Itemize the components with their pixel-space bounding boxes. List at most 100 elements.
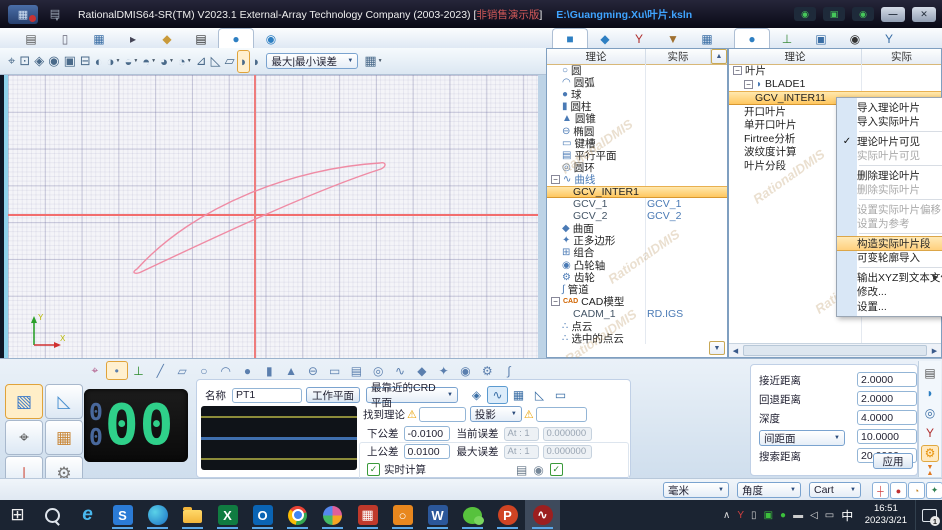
view-side-button[interactable]: ◓▼ [140,51,158,72]
hscroll-right-button[interactable]: ▶ [928,345,941,357]
feature-scroll-up-button[interactable]: ▲ [711,49,727,64]
angle-toggle[interactable]: ◺ [529,386,550,404]
capture-button[interactable]: ▣ [62,51,78,72]
eye-view-button[interactable]: ◉ [46,51,61,72]
sphere-feature-button[interactable]: ● [237,361,259,380]
fit-view-button[interactable]: ⌖ [6,51,17,72]
tab-window[interactable]: ▣ [804,29,838,48]
clip-2-button[interactable]: ◺ [209,51,223,72]
paint-icon[interactable] [315,500,350,530]
spacing-plane-combo[interactable]: 间距面▼ [759,430,845,446]
alignment-tool-button[interactable]: ◺ [45,384,83,419]
tab-cam2[interactable]: ◉ [838,29,872,48]
word-icon[interactable]: W [420,500,455,530]
expander-icon[interactable]: − [551,297,560,306]
arc-feature-button[interactable]: ◠ [215,361,237,380]
blade-theory-header[interactable]: 理论 [729,49,862,64]
expander-icon[interactable]: − [733,66,742,75]
expander-icon[interactable]: − [744,80,753,89]
realtime-checkbox[interactable]: ✓ [367,463,380,476]
view-iso-button[interactable]: ◕▼ [158,51,176,72]
edge-icon[interactable] [140,500,175,530]
outlook-icon[interactable]: O [245,500,280,530]
projection-combo[interactable]: 投影 ▼ [470,406,522,422]
blade-hscrollbar[interactable]: ◀ ▶ [729,343,941,357]
line-feature-button[interactable]: ╱ [149,361,171,380]
angle-mode-button[interactable]: ◔ [908,482,925,499]
zoom-window-button[interactable]: ⊡ [17,51,32,72]
wechat-icon[interactable] [455,500,490,530]
tree-item-gcv-inter1[interactable]: GCV_INTER1 [547,186,727,198]
enable-checkbox[interactable]: ✓ [550,463,563,476]
tab-view[interactable]: ● [218,28,254,48]
menu-item-import-actual-blade[interactable]: 导入实际叶片 [837,115,942,130]
tab-table[interactable]: ▦ [82,29,116,48]
shading-active-button[interactable]: ◗ [237,50,251,73]
expander-icon[interactable]: − [551,175,560,184]
tree-item-curve[interactable]: −∿曲线 [547,174,727,186]
blade-actual-header[interactable]: 实际 [862,49,941,64]
coordinate-combo[interactable]: Cart ▼ [809,482,861,498]
sogou-icon[interactable]: S [105,500,140,530]
pan-button[interactable]: ◈ [32,51,46,72]
feature-theory-header[interactable]: 理论 [547,49,646,64]
machine-status-icon[interactable]: ▣ [823,7,845,21]
error-combo[interactable]: 最大|最小误差▼ [266,53,358,69]
clip-1-button[interactable]: ⊿ [194,51,209,72]
yodao-tray-icon[interactable]: Y [737,510,744,521]
pipe-feature-button[interactable]: ∫ [498,361,520,380]
csys-feature-button[interactable]: ⊥ [128,361,150,380]
excel-icon[interactable]: X [210,500,245,530]
find-theory-input[interactable] [419,407,466,422]
projection-input[interactable] [536,407,587,422]
hscroll-left-button[interactable]: ◀ [729,345,742,357]
hscroll-track[interactable] [743,345,927,356]
probe-y-tool-button[interactable]: Y [921,425,939,442]
start-button[interactable]: ⊞ [0,500,35,530]
crd-plane-combo[interactable]: 最靠近的CRD平面 ▼ [366,387,458,403]
link-status-icon[interactable]: ◉ [852,7,874,21]
rationaldmis-icon[interactable]: ∿ [525,500,560,530]
lower-tolerance-input[interactable] [404,426,450,441]
cone-feature-button[interactable]: ▲ [280,361,302,380]
circle-feature-button[interactable]: ○ [193,361,215,380]
chrome-icon[interactable] [280,500,315,530]
search-button[interactable] [35,500,70,530]
close-button[interactable]: ✕ [912,7,936,22]
doc-search-icon[interactable]: ○ [385,500,420,530]
menu-item-theoretical-blade-visible[interactable]: ✓理论叶片可见 [837,134,942,149]
view-front-button[interactable]: ◑▼ [105,51,123,72]
clip-3-button[interactable]: ▱ [223,51,237,72]
polygon-feature-button[interactable]: ✦ [433,361,455,380]
view-mode-button[interactable]: ✦ [926,482,942,499]
security-tray-icon[interactable]: ▣ [764,510,773,521]
display-tag-button[interactable]: ⊟ [78,51,93,72]
tab-sound[interactable]: ▸ [116,29,150,48]
cylinder-feature-button[interactable]: ▮ [258,361,280,380]
notification-center-button[interactable]: 1 [915,500,942,530]
tab-blade[interactable]: ● [734,28,770,48]
graph-display-toggle[interactable]: ∿ [487,386,508,404]
ring-feature-button[interactable]: ◎ [367,361,389,380]
minimize-button[interactable]: — [881,7,905,22]
path-mode-button[interactable]: ┼ [872,482,889,499]
menu-item-import-theoretical-blade[interactable]: 导入理论叶片 [837,100,942,115]
card-tray-icon[interactable]: ▬ [793,510,803,521]
slot-feature-button[interactable]: ▭ [324,361,346,380]
workplane-button[interactable]: 工作平面 [306,387,360,403]
network-tray-icon[interactable]: ▭ [825,510,834,521]
print-tool-button[interactable]: ▤ [921,365,939,382]
tab-print[interactable]: ▤ [184,29,218,48]
shield-icon[interactable]: ▦ [350,500,385,530]
upper-tolerance-input[interactable] [404,444,450,459]
inspect-tool-button[interactable]: ◎ [921,405,939,422]
report-icon[interactable]: ▤ [516,463,527,477]
menu-item-settings[interactable]: 设置... [837,299,942,314]
usb-tray-icon[interactable]: ▯ [751,510,757,521]
angle-combo[interactable]: 角度 ▼ [737,482,801,498]
tree-item-cad-model[interactable]: −CADCAD模型 [547,296,727,308]
powerpoint-icon[interactable]: P [490,500,525,530]
tab-file[interactable]: ▤ [14,29,48,48]
layers-button[interactable]: ▦▼ [362,51,384,72]
tab-document[interactable]: ▯ [48,29,82,48]
